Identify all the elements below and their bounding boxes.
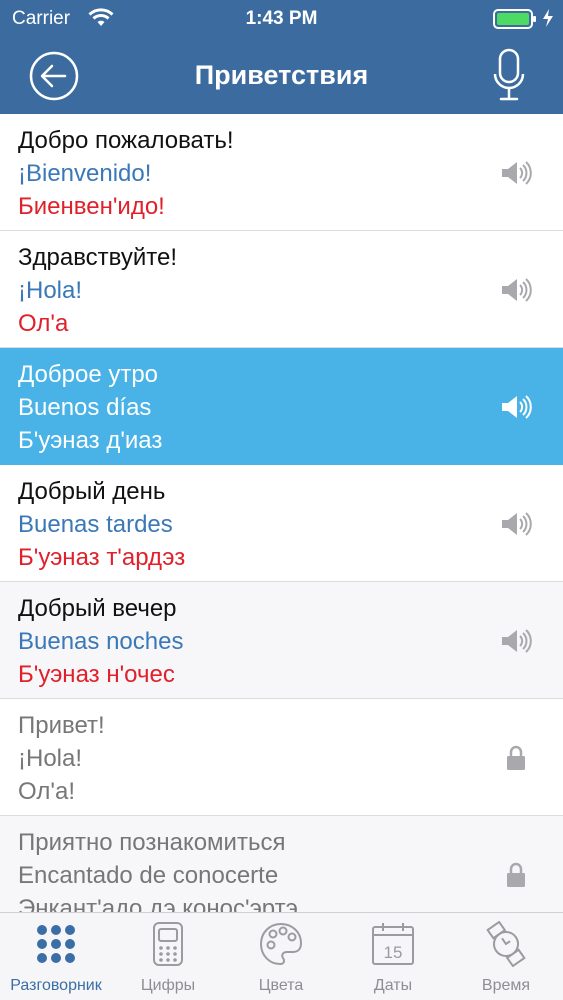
tab-numbers[interactable]: Цифры	[112, 913, 224, 1000]
speaker-icon[interactable]	[500, 159, 532, 187]
charging-icon	[543, 9, 553, 27]
lock-icon	[507, 745, 525, 770]
tab-label: Время	[481, 977, 531, 994]
tab-label: Цифры	[140, 977, 196, 994]
status-bar: Carrier 1:43 PM	[0, 0, 563, 38]
phrase-row-locked[interactable]: Привет! ¡Hola! Ол'а!	[0, 699, 563, 816]
phrase-list[interactable]: Добро пожаловать! ¡Bienvenido! Биенвен'и…	[0, 114, 563, 912]
phrase-russian: Добро пожаловать!	[18, 127, 234, 154]
phrase-row[interactable]: Здравствуйте! ¡Hola! Ол'а	[0, 231, 563, 348]
phrase-russian: Привет!	[18, 712, 105, 739]
phrase-spanish: ¡Hola!	[18, 277, 83, 304]
navigation-bar: Приветствия	[0, 38, 563, 114]
phrase-transcription: Ол'а	[18, 310, 69, 337]
tab-time[interactable]: Время	[450, 913, 562, 1000]
calculator-icon	[153, 922, 183, 966]
tab-label: Цвета	[258, 977, 304, 994]
speaker-icon[interactable]	[500, 393, 532, 421]
speaker-icon[interactable]	[500, 627, 532, 655]
phrase-row[interactable]: Добрый вечер Buenas noches Б'уэназ н'оче…	[0, 582, 563, 699]
phrase-spanish: Buenas noches	[18, 628, 184, 655]
phrase-russian: Добрый вечер	[18, 595, 177, 622]
tab-colors[interactable]: Цвета	[225, 913, 337, 1000]
tab-bar: Разговорник Цифры Цвета 15 Даты Время	[0, 912, 563, 1000]
grid-dots-icon	[37, 925, 75, 963]
phrase-spanish: ¡Hola!	[18, 745, 83, 772]
phrase-russian: Здравствуйте!	[18, 244, 178, 271]
phrase-russian: Приятно познакомиться	[18, 829, 286, 856]
phrase-row[interactable]: Добро пожаловать! ¡Bienvenido! Биенвен'и…	[0, 114, 563, 231]
phrase-transcription: Б'уэназ д'иаз	[18, 427, 163, 454]
speaker-icon[interactable]	[500, 276, 532, 304]
speaker-icon[interactable]	[500, 510, 532, 538]
status-time: 1:43 PM	[245, 8, 318, 29]
phrase-spanish: Encantado de conocerte	[18, 862, 279, 889]
phrase-row-selected[interactable]: Доброе утро Buenos días Б'уэназ д'иаз	[0, 348, 563, 465]
phrase-row[interactable]: Добрый день Buenas tardes Б'уэназ т'ардэ…	[0, 465, 563, 582]
lock-icon	[507, 862, 525, 887]
phrase-transcription: Ол'а!	[18, 778, 75, 805]
phrase-transcription: Б'уэназ н'очес	[18, 661, 175, 688]
phrase-spanish: Buenos días	[18, 394, 152, 421]
page-title: Приветствия	[194, 60, 369, 90]
phrase-spanish: ¡Bienvenido!	[18, 160, 152, 187]
phrase-transcription: Б'уэназ т'ардэз	[18, 544, 186, 571]
phrase-spanish: Buenas tardes	[18, 511, 173, 538]
phrase-transcription: Энкант'адо дэ конос'эртэ	[18, 895, 298, 912]
tab-label: Разговорник	[10, 977, 102, 994]
battery-icon	[493, 9, 536, 29]
phrase-row-locked[interactable]: Приятно познакомиться Encantado de conoc…	[0, 816, 563, 912]
phrase-russian: Доброе утро	[18, 361, 159, 388]
watch-icon	[486, 921, 526, 967]
calendar-icon: 15	[372, 923, 414, 965]
palette-icon	[259, 922, 303, 966]
tab-label: Даты	[373, 977, 413, 994]
calendar-day-number: 15	[384, 943, 403, 962]
phrase-russian: Добрый день	[18, 478, 166, 505]
microphone-icon[interactable]	[492, 48, 526, 104]
tab-dates[interactable]: 15 Даты	[337, 913, 449, 1000]
tab-phrasebook[interactable]: Разговорник	[0, 913, 112, 1000]
phrase-transcription: Биенвен'идо!	[18, 193, 165, 220]
